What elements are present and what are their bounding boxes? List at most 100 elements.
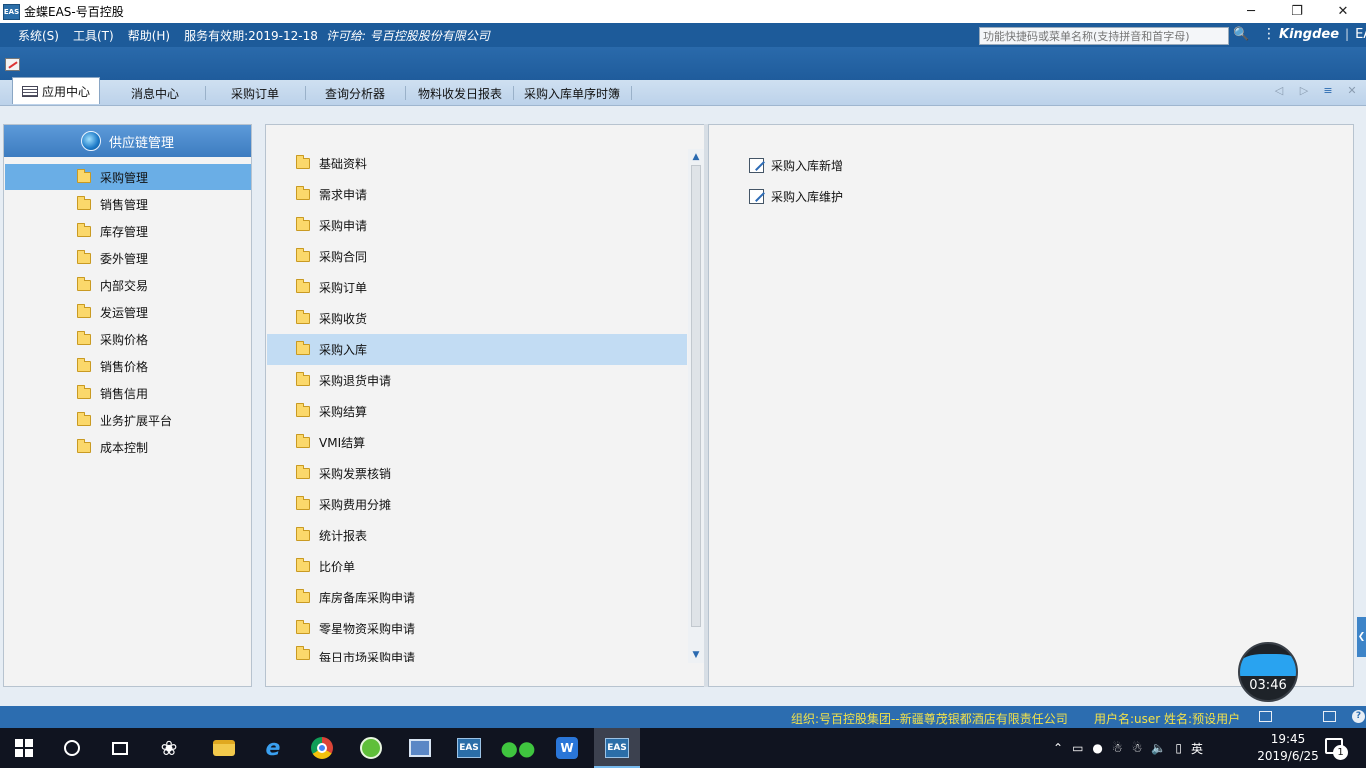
mid-item-return-request[interactable]: 采购退货申请: [267, 365, 687, 396]
left-item-cost-control[interactable]: 成本控制: [5, 434, 251, 460]
mid-item-purchase-receive[interactable]: 采购收货: [267, 303, 687, 334]
wps-icon[interactable]: W: [555, 736, 579, 760]
left-item-internal-trade[interactable]: 内部交易: [5, 272, 251, 298]
internet-explorer-icon[interactable]: e: [261, 736, 285, 761]
mid-item-cost-allocation[interactable]: 采购费用分摊: [267, 489, 687, 520]
search-icon[interactable]: 🔍: [1233, 27, 1249, 43]
menu-help[interactable]: 帮助(H): [128, 27, 170, 44]
folder-icon: [296, 465, 310, 479]
tab-list-icon[interactable]: ≡: [1321, 84, 1335, 100]
folder-icon: [296, 620, 310, 634]
remote-desktop-icon[interactable]: [408, 736, 432, 760]
status-keyboard-icon[interactable]: [1323, 711, 1336, 722]
minimize-button[interactable]: ─: [1228, 0, 1274, 23]
left-item-outsourcing-mgmt[interactable]: 委外管理: [5, 245, 251, 271]
restore-button[interactable]: ❐: [1274, 0, 1320, 23]
tab-purchase-order[interactable]: 采购订单: [210, 80, 300, 106]
menu-system[interactable]: 系统(S): [18, 27, 59, 44]
vertical-scrollbar[interactable]: ▲ ▼: [688, 149, 704, 663]
supply-chain-header[interactable]: 供应链管理: [4, 125, 251, 157]
left-item-inventory-mgmt[interactable]: 库存管理: [5, 218, 251, 244]
mid-item-purchase-order[interactable]: 采购订单: [267, 272, 687, 303]
tab-message-center[interactable]: 消息中心: [110, 80, 200, 106]
help-icon[interactable]: ?: [1352, 710, 1365, 723]
volume-icon[interactable]: 🔈: [1151, 741, 1166, 755]
ime-indicator[interactable]: 英: [1191, 740, 1203, 757]
recording-timer[interactable]: 03:46: [1238, 642, 1298, 702]
wechat-tray-icon[interactable]: ●: [1092, 741, 1102, 755]
link-purchase-inbound-maintain[interactable]: 采购入库维护: [749, 186, 843, 206]
browser-360-icon[interactable]: [359, 736, 383, 760]
qq-icon-2[interactable]: ☃: [1132, 741, 1143, 755]
scroll-thumb[interactable]: [691, 165, 701, 627]
cortana-icon: [64, 740, 80, 756]
folder-icon: [77, 438, 91, 453]
wechat-icon[interactable]: ●●: [501, 736, 536, 760]
clock[interactable]: 19:45 2019/6/25: [1256, 731, 1320, 765]
quick-search-input[interactable]: [979, 27, 1229, 45]
network-icon[interactable]: ▯: [1175, 741, 1182, 755]
start-button[interactable]: [12, 736, 36, 760]
tab-query-analyzer[interactable]: 查询分析器: [310, 80, 400, 106]
battery-icon[interactable]: ▭: [1072, 741, 1083, 755]
mid-item-daily-market-request[interactable]: 每日市场采购申请: [267, 644, 687, 662]
left-item-sales-price[interactable]: 销售价格: [5, 353, 251, 379]
tab-material-daily-report[interactable]: 物料收发日报表: [410, 80, 510, 106]
mid-item-invoice-writeoff[interactable]: 采购发票核销: [267, 458, 687, 489]
eas-app-icon[interactable]: EAS: [457, 736, 481, 760]
edit-icon: [749, 188, 764, 204]
close-button[interactable]: ✕: [1320, 0, 1366, 23]
mid-item-demand-request[interactable]: 需求申请: [267, 179, 687, 210]
scroll-up-icon[interactable]: ▲: [690, 151, 702, 163]
mid-item-purchase-settlement[interactable]: 采购结算: [267, 396, 687, 427]
mid-item-warehouse-stock-request[interactable]: 库房备库采购申请: [267, 582, 687, 613]
tab-app-center[interactable]: 应用中心: [12, 77, 100, 104]
app-icon: EAS: [3, 3, 20, 20]
qq-icon[interactable]: ☃: [1112, 741, 1123, 755]
mid-item-purchase-request[interactable]: 采购申请: [267, 210, 687, 241]
search-button[interactable]: [60, 736, 84, 760]
folder-icon: [77, 303, 91, 318]
folder-icon: [77, 384, 91, 399]
folder-icon: [77, 411, 91, 426]
mid-item-basic-data[interactable]: 基础资料: [267, 148, 687, 179]
mid-item-vmi-settlement[interactable]: VMI结算: [267, 427, 687, 458]
service-expiry: 服务有效期:2019-12-18: [184, 28, 318, 43]
menu-tools[interactable]: 工具(T): [73, 27, 114, 44]
folder-icon: [296, 155, 310, 169]
chrome-icon[interactable]: [310, 736, 334, 760]
scroll-down-icon[interactable]: ▼: [690, 649, 702, 661]
status-list-icon[interactable]: [1259, 711, 1272, 722]
notification-count: 1: [1333, 745, 1348, 760]
tab-close-icon[interactable]: ✕: [1345, 84, 1359, 100]
status-organization: 组织:号百控股集团--新疆尊茂银都酒店有限责任公司: [791, 712, 1068, 726]
file-explorer-icon[interactable]: [212, 736, 236, 760]
tab-next-icon[interactable]: ▷: [1297, 84, 1311, 100]
app-launcher-icon[interactable]: ❀: [157, 736, 181, 760]
status-bar: 组织:号百控股集团--新疆尊茂银都酒店有限责任公司 用户名:user 姓名:预设…: [0, 706, 1366, 728]
clock-date: 2019/6/25: [1257, 749, 1319, 763]
side-panel-toggle[interactable]: ❮: [1357, 617, 1366, 657]
folder-icon: [77, 330, 91, 345]
tab-prev-icon[interactable]: ◁: [1272, 84, 1286, 100]
mid-item-price-comparison[interactable]: 比价单: [267, 551, 687, 582]
mid-item-purchase-contract[interactable]: 采购合同: [267, 241, 687, 272]
edit-icon[interactable]: [5, 58, 20, 71]
tab-receipt-journal[interactable]: 采购入库单序时簿: [516, 80, 628, 106]
left-item-purchase-mgmt[interactable]: 采购管理: [5, 164, 251, 190]
link-purchase-inbound-new[interactable]: 采购入库新增: [749, 155, 843, 175]
task-view-button[interactable]: [108, 736, 132, 760]
folder-icon: [296, 589, 310, 603]
mid-item-purchase-inbound[interactable]: 采购入库: [267, 334, 687, 365]
chevron-up-icon[interactable]: ⌃: [1053, 741, 1063, 755]
left-item-sales-mgmt[interactable]: 销售管理: [5, 191, 251, 217]
folder-icon: [296, 279, 310, 293]
left-item-extension-platform[interactable]: 业务扩展平台: [5, 407, 251, 433]
product-name: EAS: [1355, 26, 1366, 42]
mid-item-statistics-report[interactable]: 统计报表: [267, 520, 687, 551]
eas-active-window-button[interactable]: EAS: [594, 728, 640, 768]
left-item-purchase-price[interactable]: 采购价格: [5, 326, 251, 352]
left-item-sales-credit[interactable]: 销售信用: [5, 380, 251, 406]
left-item-shipping-mgmt[interactable]: 发运管理: [5, 299, 251, 325]
mid-item-sporadic-material-request[interactable]: 零星物资采购申请: [267, 613, 687, 644]
